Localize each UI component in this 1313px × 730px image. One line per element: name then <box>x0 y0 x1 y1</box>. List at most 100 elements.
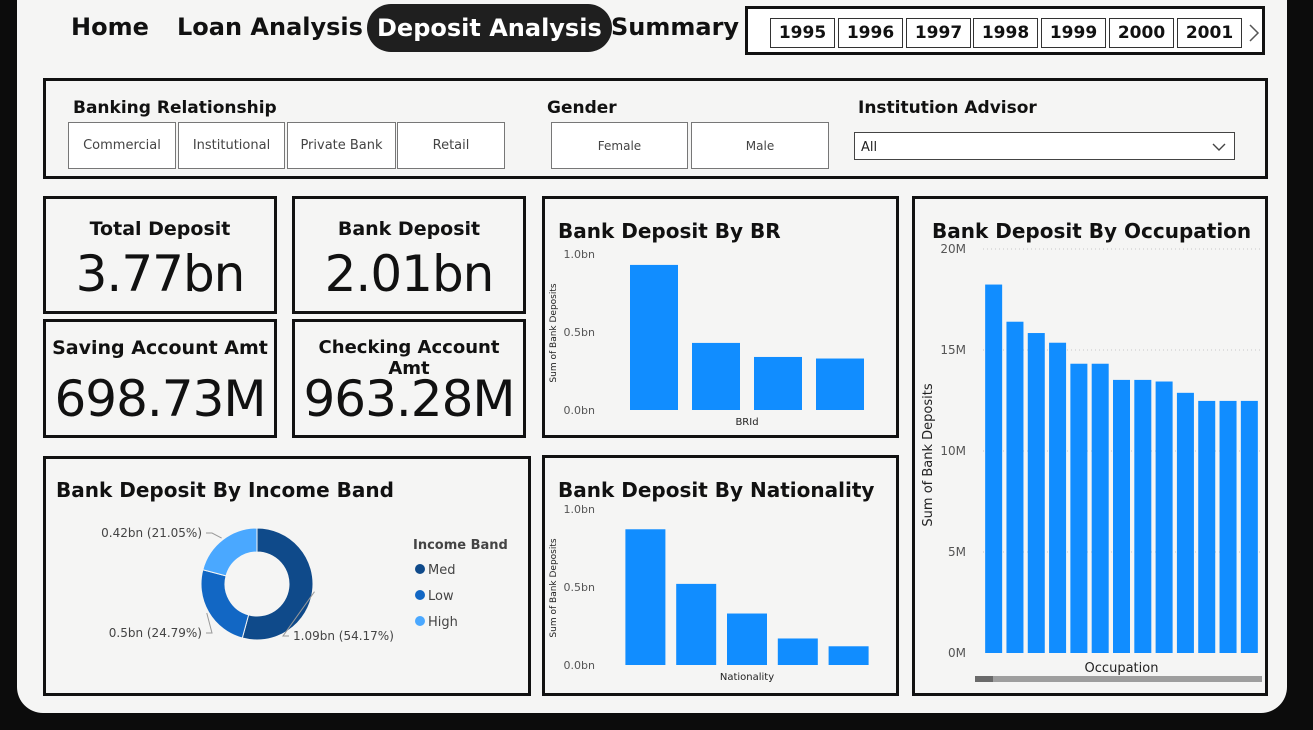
y-tick-label: 0.0bn <box>564 404 595 417</box>
chevron-right-icon[interactable] <box>1248 23 1260 43</box>
y-tick-label: 20M <box>940 242 966 256</box>
bar <box>1091 363 1109 653</box>
x-axis-label: Occupation <box>1085 661 1159 676</box>
bar <box>754 356 802 410</box>
y-tick-label: 5M <box>948 545 966 559</box>
nav-home[interactable]: Home <box>71 15 149 39</box>
label-leader <box>206 532 222 539</box>
bar <box>630 264 678 410</box>
bar <box>816 358 864 410</box>
x-axis-label: Nationality <box>720 672 774 683</box>
chart-income-card: Bank Deposit By Income Band 1.09bn (54.1… <box>43 456 531 696</box>
bar <box>676 583 717 665</box>
chart-income-svg: 1.09bn (54.17%) 0.5bn (24.79%) 0.42bn (21.… <box>101 526 508 643</box>
bar <box>1176 392 1194 653</box>
filter-male[interactable]: Male <box>691 122 829 169</box>
kpi-bank-deposit: Bank Deposit 2.01bn <box>292 196 526 314</box>
x-axis-label: BRId <box>735 417 758 428</box>
institution-advisor-dropdown[interactable]: All <box>854 132 1235 160</box>
kpi-title: Bank Deposit <box>337 218 481 240</box>
y-tick-label: 15M <box>940 343 966 357</box>
bar <box>828 646 869 665</box>
dropdown-value: All <box>861 140 878 155</box>
kpi-value: 2.01bn <box>324 245 495 303</box>
kpi-value: 698.73M <box>54 370 266 428</box>
y-tick-label: 10M <box>940 444 966 458</box>
bar <box>1027 333 1045 653</box>
year-button[interactable]: 2001 <box>1177 18 1242 48</box>
y-tick-label: 0.0bn <box>564 659 595 672</box>
slice-data-label: 0.42bn (21.05%) <box>101 526 202 540</box>
legend-label: Low <box>428 589 454 604</box>
chart-nationality-svg: 0.0bn 0.5bn 1.0bn Nationality Sum of Bank De… <box>549 503 869 683</box>
donut-slice <box>200 569 250 639</box>
chart-occupation-svg: 0M 5M 10M 15M 20M Occupation Sum of Bank Depos… <box>921 242 1262 682</box>
bar <box>1240 400 1258 653</box>
year-button[interactable]: 2000 <box>1109 18 1174 48</box>
filter-female[interactable]: Female <box>551 122 688 169</box>
bar <box>625 529 666 665</box>
filter-commercial[interactable]: Commercial <box>68 122 176 169</box>
y-tick-label: 0.5bn <box>564 581 595 594</box>
kpi-value: 3.77bn <box>75 245 246 303</box>
year-button[interactable]: 1997 <box>906 18 971 48</box>
kpi-checking-account: Checking Account Amt 963.28M <box>292 319 526 438</box>
kpi-title: Saving Account Amt <box>52 337 268 359</box>
bar <box>777 638 818 665</box>
chart-nationality-card: Bank Deposit By Nationality 0.0bn 0.5bn 1.… <box>542 455 899 696</box>
filter-panel: Banking Relationship Commercial Institut… <box>43 78 1268 179</box>
slice-data-label: 0.5bn (24.79%) <box>109 626 202 640</box>
y-tick-label: 1.0bn <box>564 503 595 516</box>
bar <box>727 613 767 665</box>
filter-institutional[interactable]: Institutional <box>178 122 285 169</box>
bar <box>1070 363 1088 653</box>
chart-occupation-card: Bank Deposit By Occupation 0M 5M 10M 15M 20M… <box>912 196 1268 696</box>
y-axis-label: Sum of Bank Deposits <box>921 383 936 526</box>
scrollbar-thumb <box>975 676 993 682</box>
legend-marker <box>415 564 425 574</box>
bar <box>1113 379 1130 653</box>
nav-summary[interactable]: Summary <box>611 15 739 39</box>
y-tick-label: 0M <box>948 646 966 660</box>
bar <box>1006 321 1024 653</box>
chart-br-svg: 0.0bn 0.5bn 1.0bn BRId Sum of Bank Deposits <box>549 248 864 428</box>
slice-data-label: 1.09bn (54.17%) <box>293 629 394 643</box>
kpi-total-deposit: Total Deposit 3.77bn <box>43 196 277 314</box>
kpi-saving-account: Saving Account Amt 698.73M <box>43 319 277 438</box>
y-tick-label: 0.5bn <box>564 326 595 339</box>
scrollbar-track <box>975 676 1262 682</box>
y-tick-label: 1.0bn <box>564 248 595 261</box>
nav-loan-analysis[interactable]: Loan Analysis <box>177 15 363 39</box>
year-slicer: 1995 1996 1997 1998 1999 2000 2001 <box>745 6 1265 55</box>
legend-marker <box>415 590 425 600</box>
bar <box>1219 400 1237 653</box>
kpi-title: Total Deposit <box>89 218 231 240</box>
legend-title: Income Band <box>413 538 508 553</box>
legend-marker <box>415 616 425 626</box>
y-axis-label: Sum of Bank Deposits <box>549 283 559 382</box>
institution-advisor-title: Institution Advisor <box>858 98 1037 118</box>
legend-label: High <box>428 615 458 630</box>
year-button[interactable]: 1996 <box>838 18 903 48</box>
year-button[interactable]: 1995 <box>770 18 835 48</box>
banking-relationship-title: Banking Relationship <box>73 98 277 118</box>
bar <box>1134 379 1152 653</box>
legend-label: Med <box>428 563 455 578</box>
chevron-down-icon <box>1212 143 1226 151</box>
chart-br-card: Bank Deposit By BR 0.0bn 0.5bn 1.0bn BRId Su… <box>542 196 899 438</box>
kpi-value: 963.28M <box>303 370 515 428</box>
bar <box>1155 381 1173 653</box>
nav-deposit-analysis[interactable]: Deposit Analysis <box>367 4 612 52</box>
filter-retail[interactable]: Retail <box>397 122 505 169</box>
donut-slice <box>202 527 258 577</box>
bar <box>1049 342 1067 653</box>
gender-title: Gender <box>547 98 617 118</box>
bar <box>985 284 1003 653</box>
year-button[interactable]: 1998 <box>973 18 1038 48</box>
bar <box>1198 400 1216 653</box>
y-axis-label: Sum of Bank Deposits <box>549 538 559 637</box>
bar <box>692 342 740 410</box>
year-button[interactable]: 1999 <box>1041 18 1106 48</box>
dashboard-canvas: Home Loan Analysis Deposit Analysis Summ… <box>17 0 1287 713</box>
filter-private-bank[interactable]: Private Bank <box>287 122 396 169</box>
